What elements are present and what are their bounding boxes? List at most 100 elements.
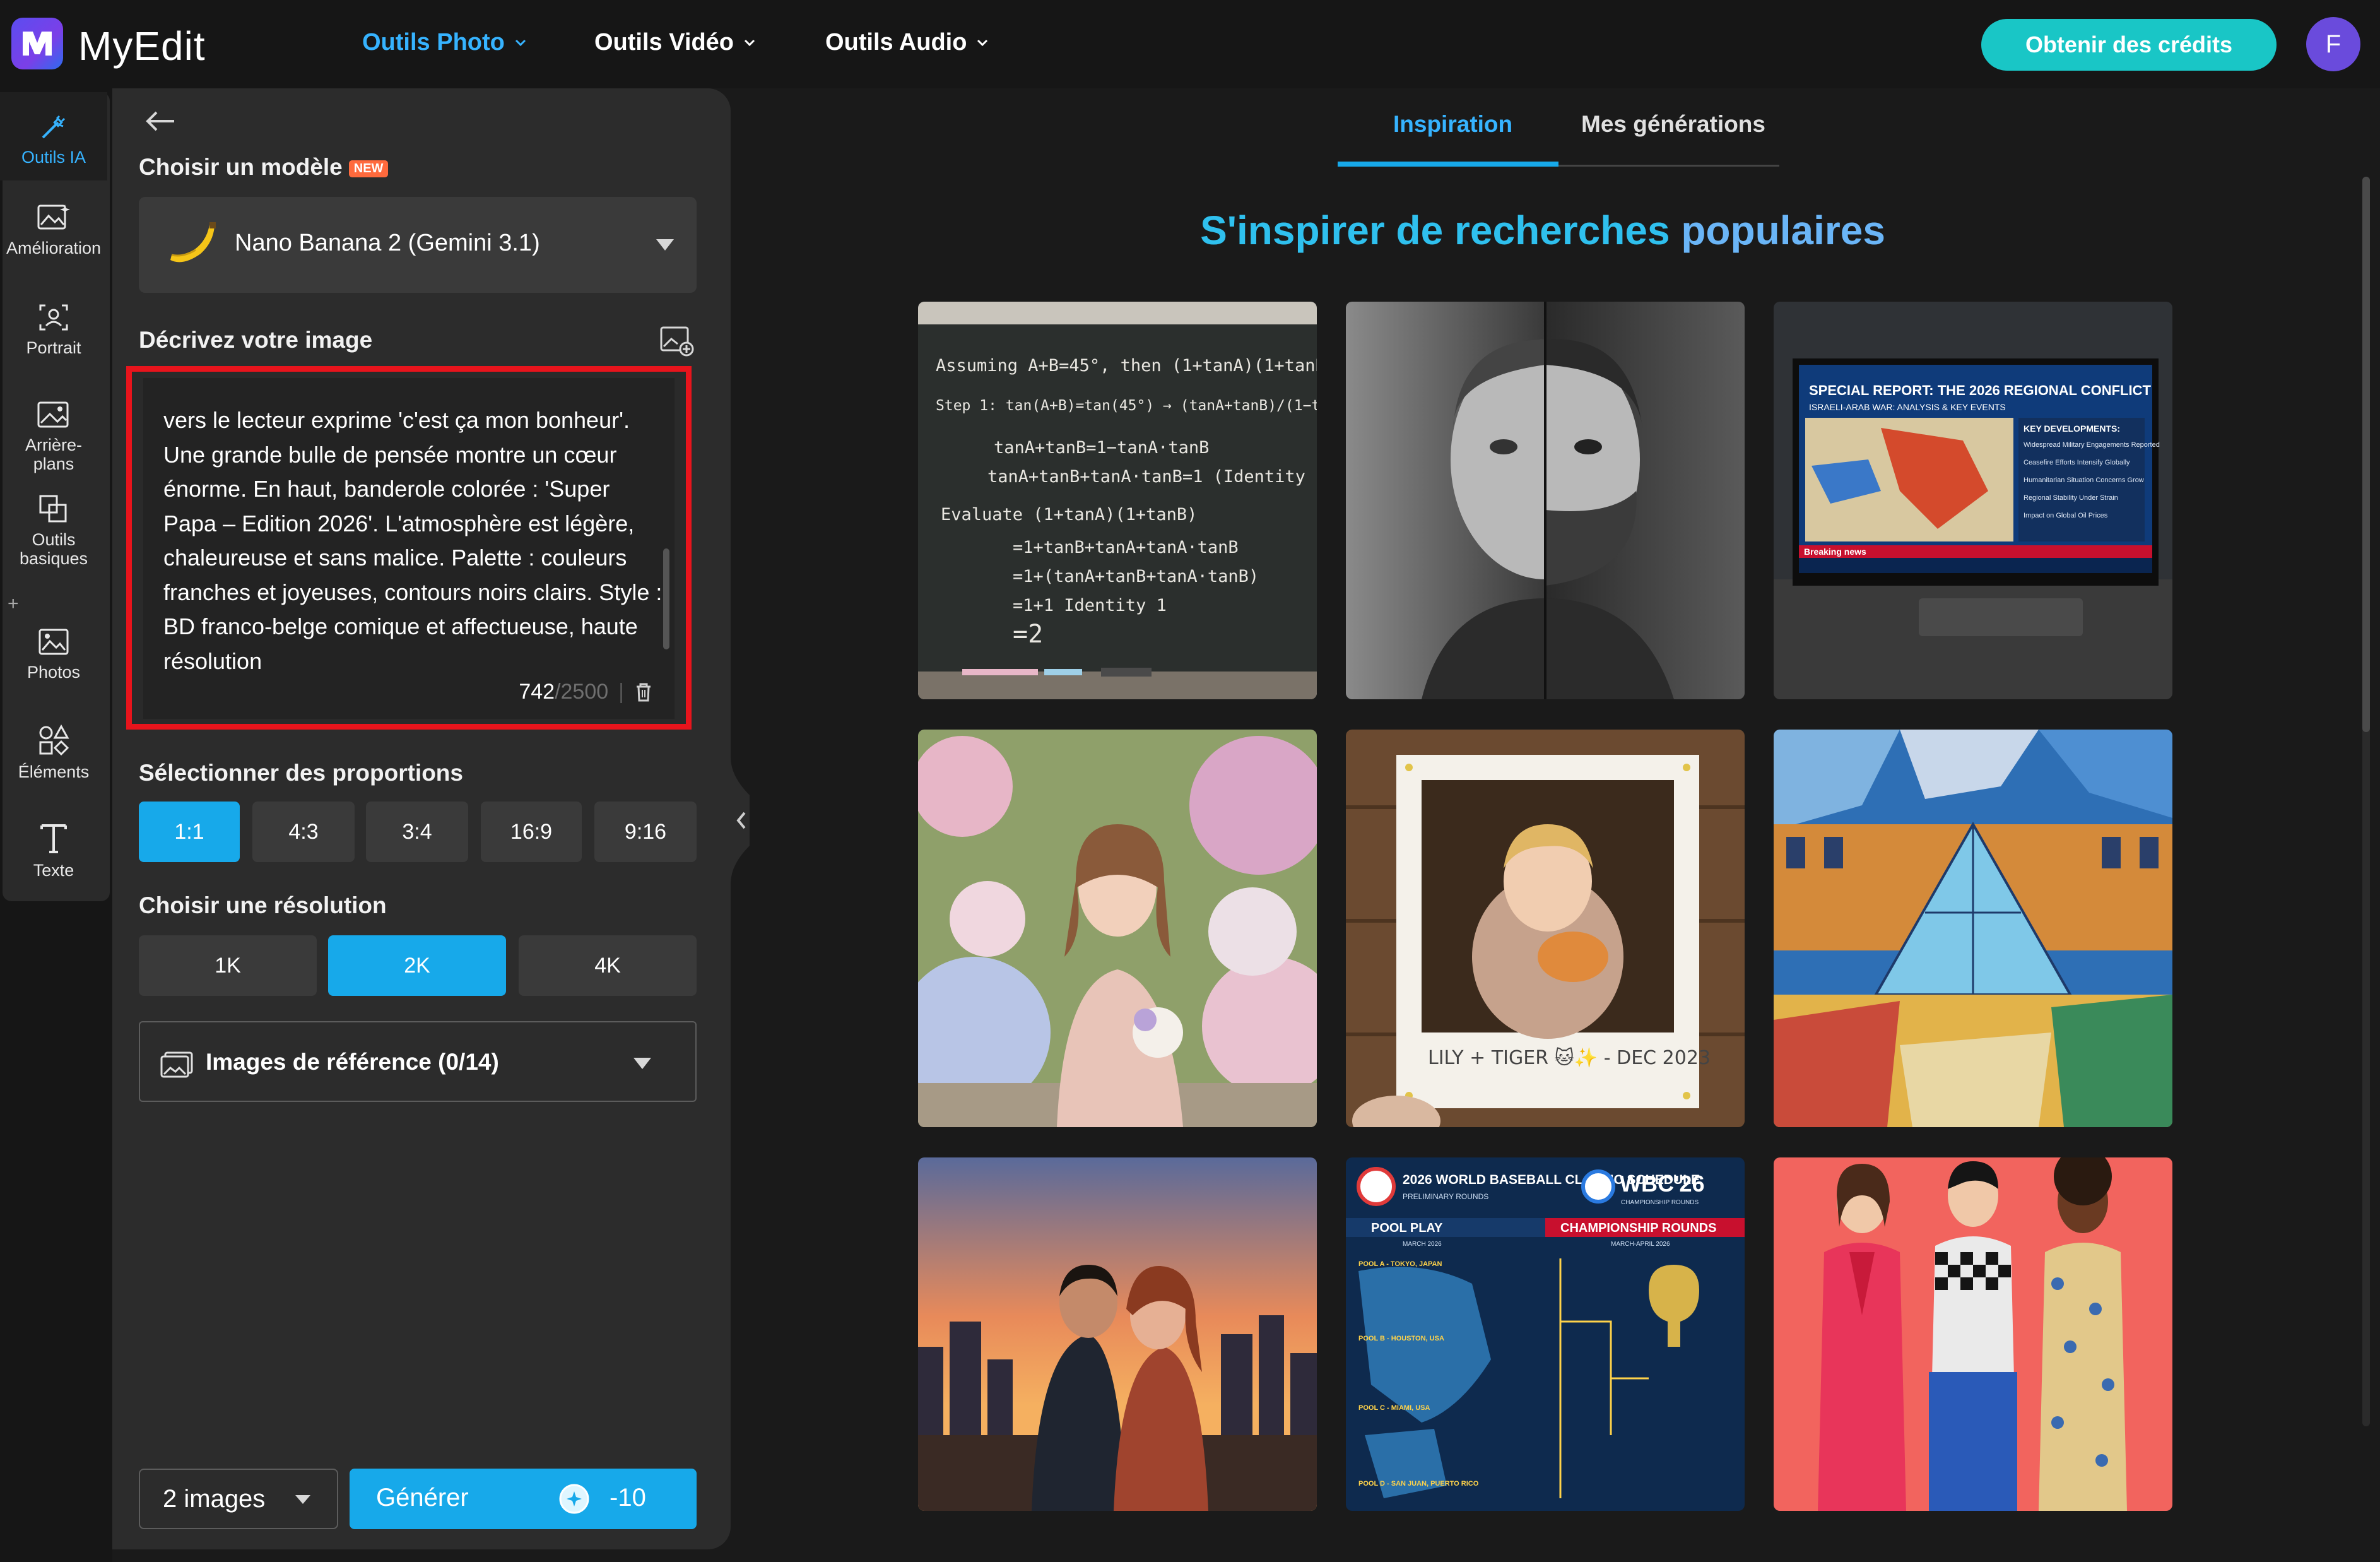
wbc-subtitle: PRELIMINARY ROUNDS — [1403, 1192, 1488, 1201]
resolution-1k-button[interactable]: 1K — [139, 935, 317, 996]
tile-cubist-louvre[interactable] — [1774, 730, 2172, 1127]
wbc-right-col: CHAMPIONSHIP ROUNDS — [1560, 1221, 1716, 1235]
rail-item-label: Outils IA — [21, 148, 86, 167]
rail-item-backgrounds[interactable]: Arrière-plans — [0, 399, 107, 473]
photos-icon — [38, 629, 69, 655]
wbc-pool-b: POOL B - HOUSTON, USA — [1358, 1335, 1444, 1342]
portrait-icon — [39, 304, 68, 331]
nav-video-tools[interactable]: Outils Vidéo — [594, 29, 757, 56]
brand-name[interactable]: MyEdit — [78, 23, 206, 69]
wbc-right-date: MARCH-APRIL 2026 — [1611, 1241, 1670, 1248]
caret-down-icon — [295, 1495, 310, 1504]
nav-photo-tools[interactable]: Outils Photo — [362, 29, 527, 56]
image-count-label: 2 images — [163, 1485, 266, 1513]
tab-divider — [1558, 165, 1779, 167]
ratio-4-3-button[interactable]: 4:3 — [252, 802, 355, 862]
rail-item-photos[interactable]: Photos — [0, 626, 107, 682]
back-arrow-icon[interactable] — [144, 109, 177, 134]
rail-item-label: Éléments — [18, 762, 90, 781]
chevron-down-icon — [977, 39, 988, 46]
rail-item-ai-tools[interactable]: Outils IA — [0, 92, 107, 180]
resolution-2k-button[interactable]: 2K — [328, 935, 506, 996]
chevron-down-icon — [744, 39, 755, 46]
rail-item-label: Portrait — [26, 338, 81, 357]
polaroid-caption: LILY + TIGER 🐱✨ - DEC 2023 — [1428, 1047, 1711, 1069]
enhance-image-icon — [37, 204, 70, 230]
elements-icon — [39, 724, 69, 756]
tile-flower-garden[interactable] — [918, 730, 1317, 1127]
tile-portrait-split[interactable] — [1346, 302, 1745, 699]
prompt-highlight-box: vers le lecteur exprime 'c'est ça mon bo… — [126, 366, 692, 730]
wbc-brand: WBC'26 — [1620, 1171, 1705, 1197]
reference-images-icon — [160, 1051, 193, 1078]
top-bar: MyEdit Outils Photo Outils Vidéo Outils … — [0, 0, 2380, 88]
text-icon — [40, 824, 67, 853]
gallery-scrollbar[interactable] — [2362, 177, 2370, 1426]
math-line-2: tanA+tanB=1−tanA·tanB — [994, 438, 1209, 458]
image-upload-icon[interactable] — [659, 325, 695, 357]
nav-audio-tools[interactable]: Outils Audio — [825, 29, 989, 56]
wbc-left-date: MARCH 2026 — [1403, 1241, 1442, 1248]
char-max: /2500 — [555, 680, 609, 704]
news-ticker: Breaking news — [1804, 547, 1866, 557]
get-credits-button[interactable]: Obtenir des crédits — [1981, 19, 2277, 71]
chevron-down-icon — [515, 39, 526, 46]
rail-item-portrait[interactable]: Portrait — [0, 302, 107, 357]
background-icon — [37, 401, 69, 428]
new-badge: NEW — [348, 160, 389, 177]
model-select[interactable]: Nano Banana 2 (Gemini 3.1) — [139, 197, 697, 293]
math-line-4: Evaluate (1+tanA)(1+tanB) — [941, 505, 1197, 524]
trash-icon[interactable] — [634, 682, 653, 703]
tile-sunset-couple[interactable] — [918, 1157, 1317, 1511]
prompt-scrollbar[interactable] — [663, 548, 669, 649]
resolution-4k-button[interactable]: 4K — [519, 935, 697, 996]
generator-panel: Choisir un modèle NEW Nano Banana 2 (Gemi… — [112, 88, 731, 1549]
rail-item-enhance[interactable]: Amélioration — [0, 202, 107, 257]
wbc-pool-a: POOL A - TOKYO, JAPAN — [1358, 1260, 1442, 1268]
tab-my-generations[interactable]: Mes générations — [1581, 111, 1765, 138]
collapse-panel-button[interactable] — [731, 757, 756, 884]
ratio-1-1-button[interactable]: 1:1 — [139, 802, 240, 862]
avatar[interactable]: F — [2306, 17, 2360, 71]
math-line-7: =1+1 Identity 1 — [1013, 596, 1167, 615]
news-subhead: ISRAELI-ARAB WAR: ANALYSIS & KEY EVENTS — [1809, 402, 2006, 412]
divider: | — [618, 680, 624, 704]
tab-inspiration[interactable]: Inspiration — [1393, 111, 1512, 138]
plus-icon[interactable]: + — [8, 593, 19, 615]
headline-part-2: populaires — [1681, 208, 1885, 253]
crop-icon — [39, 495, 67, 523]
math-line-0: Assuming A+B=45°, then (1+tanA)(1+tanB)=… — [936, 356, 1317, 376]
generate-button[interactable]: Générer -10 — [350, 1469, 697, 1529]
rail-item-basic-tools[interactable]: Outils basiques — [0, 494, 107, 568]
model-name: Nano Banana 2 (Gemini 3.1) — [235, 230, 540, 256]
news-panel-title: KEY DEVELOPMENTS: — [2024, 423, 2120, 434]
credit-coin-icon — [559, 1484, 589, 1514]
rail-item-label: Photos — [27, 663, 81, 682]
rail-item-label: Outils basiques — [19, 530, 88, 568]
math-line-6: =1+(tanA+tanB+tanA·tanB) — [1013, 567, 1259, 586]
reference-images-dropdown[interactable]: Images de référence (0/14) — [139, 1021, 697, 1102]
math-line-5: =1+tanB+tanA+tanA·tanB — [1013, 538, 1239, 557]
rail-item-text[interactable]: Texte — [0, 820, 107, 880]
prompt-textarea[interactable]: vers le lecteur exprime 'c'est ça mon bo… — [143, 378, 675, 719]
math-line-8: =2 — [1013, 620, 1043, 649]
gallery-scroll-thumb[interactable] — [2362, 177, 2370, 732]
ratio-section-title: Sélectionner des proportions — [139, 760, 463, 786]
magic-wand-icon — [42, 115, 66, 139]
myedit-logo-icon[interactable] — [11, 18, 63, 69]
ratio-9-16-button[interactable]: 9:16 — [594, 802, 697, 862]
tile-fashion-suits[interactable] — [1774, 1157, 2172, 1511]
model-section-title: Choisir un modèle NEW — [139, 154, 389, 180]
tile-baseball-schedule[interactable]: 2026 WORLD BASEBALL CLASSIC SCHEDULE PRE… — [1346, 1157, 1745, 1511]
rail-item-elements[interactable]: Éléments — [0, 723, 107, 781]
ratio-3-4-button[interactable]: 3:4 — [366, 802, 468, 862]
tile-news-report[interactable]: SPECIAL REPORT: THE 2026 REGIONAL CONFLI… — [1774, 302, 2172, 699]
tile-math-chalkboard[interactable]: Assuming A+B=45°, then (1+tanA)(1+tanB)=… — [918, 302, 1317, 699]
news-bullet-4: Impact on Global Oil Prices — [2024, 512, 2108, 519]
generate-label: Générer — [376, 1484, 469, 1512]
nav-audio-tools-label: Outils Audio — [825, 29, 967, 56]
tile-polaroid-child[interactable]: LILY + TIGER 🐱✨ - DEC 2023 — [1346, 730, 1745, 1127]
image-count-select[interactable]: 2 images — [139, 1469, 338, 1529]
ratio-16-9-button[interactable]: 16:9 — [481, 802, 582, 862]
tool-rail: Outils IA Amélioration Portrait Arrière-… — [0, 88, 112, 1562]
